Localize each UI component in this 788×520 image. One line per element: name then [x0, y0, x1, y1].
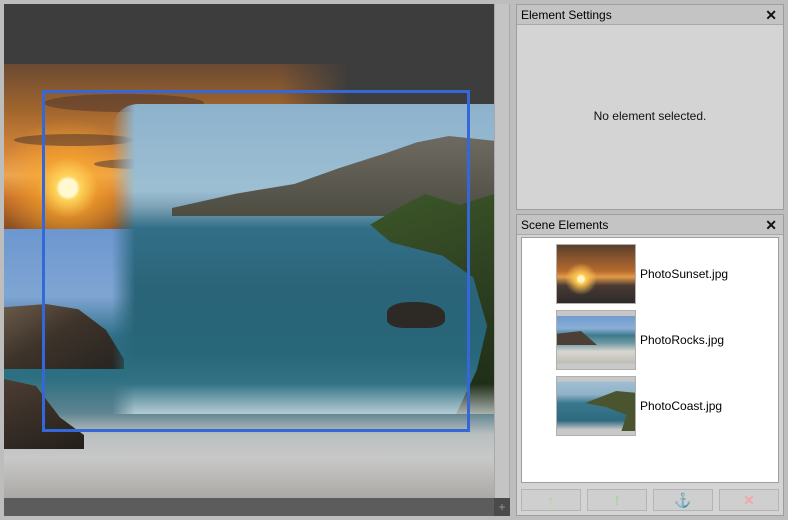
close-icon[interactable]: ✕: [765, 6, 777, 24]
thumbnail-rocks: [556, 310, 636, 370]
scene-elements-header: Scene Elements ✕: [517, 215, 783, 235]
scene-elements-toolbar: ↑ ! ⚓ ✕: [521, 489, 779, 511]
anchor-icon: ⚓: [674, 491, 692, 508]
panel-splitter[interactable]: [494, 4, 510, 498]
delete-button[interactable]: ✕: [719, 489, 779, 511]
list-item-label: PhotoCoast.jpg: [640, 399, 723, 413]
list-item-label: PhotoRocks.jpg: [640, 333, 725, 347]
element-settings-header: Element Settings ✕: [517, 5, 783, 25]
no-selection-message: No element selected.: [593, 109, 707, 123]
scene-elements-list[interactable]: PhotoSunset.jpg PhotoRocks.jpg PhotoCoas…: [521, 237, 779, 483]
canvas-corner-grip[interactable]: +: [494, 498, 510, 516]
thumbnail-sunset: [556, 244, 636, 304]
element-settings-panel: Element Settings ✕ No element selected.: [516, 4, 784, 210]
move-down-button[interactable]: !: [587, 489, 647, 511]
scene-canvas[interactable]: [4, 4, 494, 498]
arrow-down-icon: !: [614, 492, 620, 508]
element-settings-title: Element Settings: [521, 7, 612, 22]
scene-elements-title: Scene Elements: [521, 217, 609, 232]
list-item[interactable]: PhotoSunset.jpg: [556, 244, 728, 304]
app-window: + Element Settings ✕ No element selected…: [0, 0, 788, 520]
thumbnail-coast: [556, 376, 636, 436]
canvas-horizontal-scrollbar[interactable]: [4, 498, 494, 516]
delete-icon: ✕: [743, 491, 755, 508]
list-item-label: PhotoSunset.jpg: [640, 267, 729, 281]
arrow-up-icon: ↑: [547, 492, 555, 508]
close-icon[interactable]: ✕: [765, 216, 777, 234]
list-item[interactable]: PhotoCoast.jpg: [556, 376, 722, 436]
anchor-button[interactable]: ⚓: [653, 489, 713, 511]
selection-box[interactable]: [42, 90, 470, 432]
list-item[interactable]: PhotoRocks.jpg: [556, 310, 724, 370]
move-up-button[interactable]: ↑: [521, 489, 581, 511]
scene-elements-panel: Scene Elements ✕ PhotoSunset.jpg PhotoRo…: [516, 214, 784, 516]
